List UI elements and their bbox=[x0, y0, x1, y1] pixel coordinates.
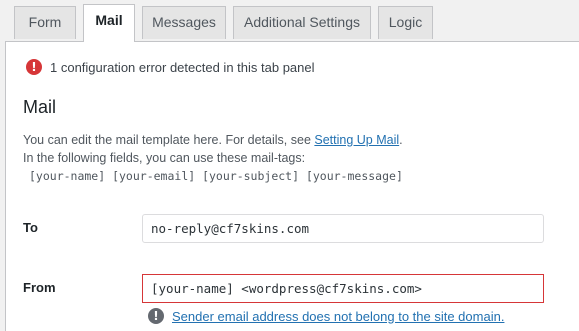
warning-icon: ! bbox=[148, 308, 164, 324]
tab-messages[interactable]: Messages bbox=[142, 6, 226, 39]
tab-form[interactable]: Form bbox=[14, 6, 76, 39]
from-input[interactable]: [your-name] <wordpress@cf7skins.com> bbox=[142, 274, 544, 303]
from-label: From bbox=[23, 280, 56, 295]
config-error-text: 1 configuration error detected in this t… bbox=[50, 59, 315, 75]
tab-bar: Form Mail Messages Additional Settings L… bbox=[0, 0, 579, 42]
error-icon: ! bbox=[26, 59, 42, 75]
sender-domain-warning-link[interactable]: Sender email address does not belong to … bbox=[172, 309, 504, 324]
config-error-notice: ! 1 configuration error detected in this… bbox=[26, 59, 315, 75]
mail-description: You can edit the mail template here. For… bbox=[23, 131, 403, 167]
tab-mail[interactable]: Mail bbox=[83, 4, 135, 42]
tab-additional-settings[interactable]: Additional Settings bbox=[233, 6, 371, 39]
section-title: Mail bbox=[23, 97, 57, 117]
mail-tags-list: [your-name] [your-email] [your-subject] … bbox=[29, 169, 403, 183]
mail-tab-panel: ! 1 configuration error detected in this… bbox=[5, 41, 579, 331]
from-field-warning: ! Sender email address does not belong t… bbox=[148, 308, 504, 324]
to-label: To bbox=[23, 220, 38, 235]
setting-up-mail-link[interactable]: Setting Up Mail bbox=[314, 133, 399, 147]
to-input[interactable]: no-reply@cf7skins.com bbox=[142, 214, 544, 243]
desc-mail-tags-intro: In the following fields, you can use the… bbox=[23, 151, 306, 165]
desc-text: You can edit the mail template here. For… bbox=[23, 133, 315, 147]
desc-text-end: . bbox=[399, 133, 403, 147]
tab-logic[interactable]: Logic bbox=[378, 6, 433, 39]
